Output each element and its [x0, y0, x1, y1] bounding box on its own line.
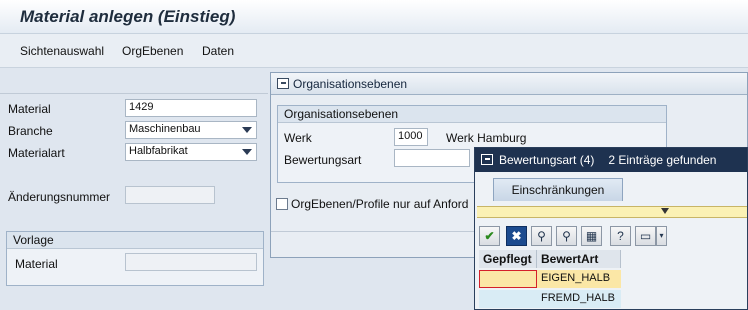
- search-help-popup: Bewertungsart (4) 2 Einträge gefunden Ein…: [474, 147, 748, 310]
- materialart-value: Halbfabrikat: [129, 145, 188, 157]
- title-bar: Material anlegen (Einstieg): [0, 0, 748, 34]
- column-header-gepflegt[interactable]: Gepflegt: [479, 250, 537, 268]
- page-title: Material anlegen (Einstieg): [20, 7, 236, 26]
- menu-bar: Sichtenauswahl OrgEbenen Daten: [0, 34, 748, 68]
- org-dialog-titlebar: Organisationsebenen: [271, 73, 747, 95]
- tab-einschraenkungen[interactable]: Einschränkungen: [493, 178, 623, 201]
- menu-orgebenen[interactable]: OrgEbenen: [122, 44, 183, 58]
- table-cell-gepflegt[interactable]: [479, 290, 537, 308]
- selection-icon[interactable]: ▦: [581, 226, 602, 246]
- check-icon[interactable]: ✔: [479, 226, 500, 246]
- org-dialog-title: Organisationsebenen: [293, 77, 408, 91]
- binoculars-icon[interactable]: ⚲: [531, 226, 552, 246]
- chevron-down-icon[interactable]: [242, 127, 252, 133]
- branche-value: Maschinenbau: [129, 123, 201, 135]
- aenderungsnummer-label: Änderungsnummer: [8, 190, 111, 204]
- chevron-down-icon[interactable]: [242, 149, 252, 155]
- branche-select[interactable]: Maschinenbau: [125, 121, 257, 139]
- werk-field[interactable]: 1000: [394, 128, 428, 146]
- info-icon[interactable]: ?: [610, 226, 631, 246]
- divider: [0, 93, 268, 94]
- org-group-title: Organisationsebenen: [278, 106, 666, 123]
- vorlage-material-label: Material: [15, 257, 58, 271]
- column-header-bewertart[interactable]: BewertArt: [537, 250, 621, 268]
- window-icon: [277, 78, 289, 89]
- material-field[interactable]: 1429: [125, 99, 257, 117]
- menu-daten[interactable]: Daten: [202, 44, 234, 58]
- binoculars-next-icon[interactable]: ⚲: [556, 226, 577, 246]
- window-icon: [481, 154, 493, 165]
- table-cell-bewertart[interactable]: EIGEN_HALB: [537, 270, 621, 288]
- materialart-select[interactable]: Halbfabrikat: [125, 143, 257, 161]
- restriction-toggle-bar[interactable]: [477, 206, 747, 218]
- found-count: 2 Einträge gefunden: [608, 153, 717, 167]
- search-help-title: Bewertungsart (4): [499, 153, 595, 167]
- bewertungsart-field[interactable]: [394, 149, 470, 167]
- orgebenen-checkbox[interactable]: [276, 198, 288, 210]
- aenderungsnummer-field[interactable]: [125, 186, 215, 204]
- vorlage-group-title: Vorlage: [7, 232, 263, 249]
- search-help-titlebar: Bewertungsart (4) 2 Einträge gefunden: [475, 148, 747, 172]
- branche-label: Branche: [8, 124, 53, 138]
- tab-strip: Einschränkungen: [475, 172, 747, 206]
- print-icon[interactable]: ▭: [635, 226, 656, 246]
- triangle-down-icon[interactable]: [661, 208, 669, 214]
- table-cell-gepflegt[interactable]: [479, 270, 537, 288]
- vorlage-material-field[interactable]: [125, 253, 257, 271]
- cancel-icon[interactable]: ✖: [506, 226, 527, 246]
- vorlage-group: Vorlage Material: [6, 231, 264, 286]
- werk-label: Werk: [284, 131, 312, 145]
- material-label: Material: [8, 102, 51, 116]
- orgebenen-checkbox-label: OrgEbenen/Profile nur auf Anford: [291, 197, 469, 211]
- bewertungsart-label: Bewertungsart: [284, 153, 362, 167]
- werk-text: Werk Hamburg: [446, 131, 527, 145]
- dropdown-icon[interactable]: ▾: [656, 226, 667, 246]
- table-cell-bewertart[interactable]: FREMD_HALB: [537, 290, 621, 308]
- menu-sichtenauswahl[interactable]: Sichtenauswahl: [20, 44, 104, 58]
- materialart-label: Materialart: [8, 146, 65, 160]
